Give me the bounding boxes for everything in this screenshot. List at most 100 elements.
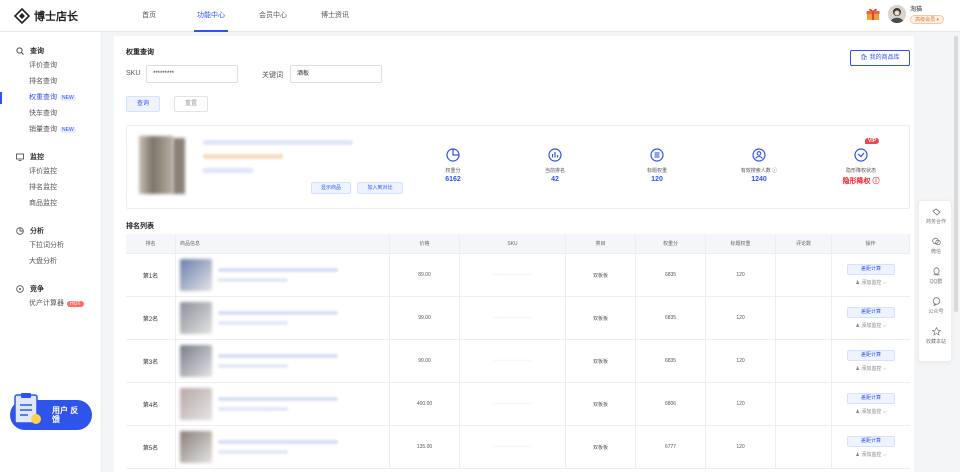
show-product-button[interactable]: 显示商品 [311,182,351,194]
bag-icon: 🛍 [860,55,870,61]
product-text-blurred [218,311,338,325]
nav-item-0[interactable]: 首页 [118,0,180,32]
title-weight-cell: 120 [706,383,776,425]
metric-label: 权重分 [445,168,461,174]
sku-value: ······················· [493,315,532,321]
clipboard-icon [14,393,41,424]
product-cell [176,297,390,339]
nav-item-2[interactable]: 会员中心 [242,0,304,32]
add-monitor-link[interactable]: ♟ 添加监控 ⌵ [855,279,886,286]
gap-calc-button[interactable]: 差距计算 [847,436,895,447]
column-header: 标题权重 [706,234,776,253]
table-row: 第5名 135.00 ······················· 双板板 6777 1… [126,426,910,469]
user-name[interactable]: 淘猫 [910,4,944,13]
sidebar-item[interactable]: 快车查询 [0,106,101,122]
title-weight-cell: 120 [706,426,776,468]
page-title: 权重查询 [126,49,154,56]
product-thumbnail[interactable] [180,345,212,377]
sidebar-item[interactable]: 权重查询 NEW [0,90,101,106]
sidebar-section-title: 监控 [0,150,101,164]
product-cell [176,383,390,425]
float-handshake[interactable]: 商务合作 [919,201,953,231]
monitor-icon [16,153,24,161]
table-row: 第2名 99.00 ······················· 双板板 6835 12… [126,297,910,340]
column-header: 类目 [566,234,636,253]
product-text-blurred [218,268,338,282]
float-star[interactable]: 收藏本站 [919,321,953,351]
feedback-label: 用户 反馈 [52,406,79,424]
product-thumbnail[interactable] [180,388,212,420]
metric-value: 隐形降权 ⓘ [842,178,880,185]
my-products-button[interactable]: 🛍 我的商品库 [850,50,910,66]
float-label: 商务合作 [925,219,946,225]
sidebar-item[interactable]: 下拉词分析 [0,238,101,254]
sidebar-item[interactable]: 评价查询 [0,58,101,74]
sku-input[interactable]: ********* [146,65,238,83]
product-thumbnail[interactable] [180,302,212,334]
metric-label: 隐形降权状态 [845,168,876,174]
nav-item-1[interactable]: 功能中心 [180,0,242,32]
title-weight-cell: 120 [706,254,776,296]
sidebar-item[interactable]: 评价监控 [0,164,101,180]
category-cell: 双板板 [566,254,636,296]
sidebar-item[interactable]: 大盘分析 [0,254,101,270]
float-wechat[interactable]: 微信 [919,231,953,261]
table-row: 第3名 99.00 ······················· 双板板 6835 12… [126,340,910,383]
sidebar-item-label: 优产计算器 [29,300,64,307]
sidebar-item[interactable]: 销量查询 NEW [0,122,101,138]
app-logo[interactable]: 博士店长 [14,7,118,24]
chat-icon [932,297,940,306]
avatar-image-icon [888,5,907,23]
product-text-blurred [218,440,338,454]
float-chat[interactable]: 公众号 [919,291,953,321]
reviews-cell [776,383,832,425]
gift-icon[interactable] [866,7,880,21]
add-monitor-link[interactable]: ♟ 添加监控 ⌵ [855,365,886,372]
reviews-cell [776,340,832,382]
table-row: 第1名 89.00 ······················· 双板板 6835 12… [126,254,910,297]
float-label: 微信 [930,249,941,255]
page-scrollbar[interactable] [954,36,958,312]
add-compare-button[interactable]: 加入到对比 [357,182,403,194]
actions-cell: 差距计算 ♟ 添加监控 ⌵ [832,426,910,468]
add-monitor-link[interactable]: ♟ 添加监控 ⌵ [855,451,886,458]
product-thumbnail[interactable] [180,259,212,291]
sku-cell: ······················· [460,254,566,296]
product-text-blurred [218,354,338,368]
price-cell: 400.00 [390,383,460,425]
sidebar-item[interactable]: 商品监控 [0,196,101,212]
gap-calc-button[interactable]: 差距计算 [847,393,895,404]
float-qq[interactable]: QQ群 [919,261,953,291]
add-monitor-link[interactable]: ♟ 添加监控 ⌵ [855,322,886,329]
sidebar-section-title: 竞争 [0,282,101,296]
sidebar-item[interactable]: 排名查询 [0,74,101,90]
query-button[interactable]: 查询 [126,96,160,112]
sidebar-item[interactable]: 优产计算器 HOT [0,296,101,312]
feedback-button[interactable]: 用户 反馈 [10,393,92,430]
rank-cell: 第4名 [126,383,176,425]
sidebar-item[interactable]: 排名监控 [0,180,101,196]
sidebar-section: 监控 评价监控 排名监控 商品监控 [0,150,101,212]
gap-calc-button[interactable]: 差距计算 [847,307,895,318]
weight-cell: 6777 [636,426,706,468]
reset-button[interactable]: 重置 [174,96,208,112]
product-cell [176,254,390,296]
add-monitor-link[interactable]: ♟ 添加监控 ⌵ [855,408,886,415]
avatar[interactable] [888,5,907,23]
sku-cell: ······················· [460,426,566,468]
rank-cell: 第5名 [126,426,176,468]
product-image-side [173,138,185,194]
member-badge[interactable]: 高级会员 ▾ [910,15,944,24]
sku-value: ······················· [493,272,532,278]
product-title-blurred [203,140,353,145]
search-icon [16,47,24,55]
sku-value: ······················· [493,401,532,407]
category-cell: 双板板 [566,383,636,425]
keyword-input[interactable]: 酒板 [290,65,382,83]
nav-item-3[interactable]: 博士资讯 [304,0,366,32]
right-float-toolbar: 商务合作微信 QQ群 公众号 收藏本站 [918,200,952,362]
gap-calc-button[interactable]: 差距计算 [847,264,895,275]
product-thumbnail[interactable] [180,431,212,463]
price-cell: 99.00 [390,340,460,382]
gap-calc-button[interactable]: 差距计算 [847,350,895,361]
